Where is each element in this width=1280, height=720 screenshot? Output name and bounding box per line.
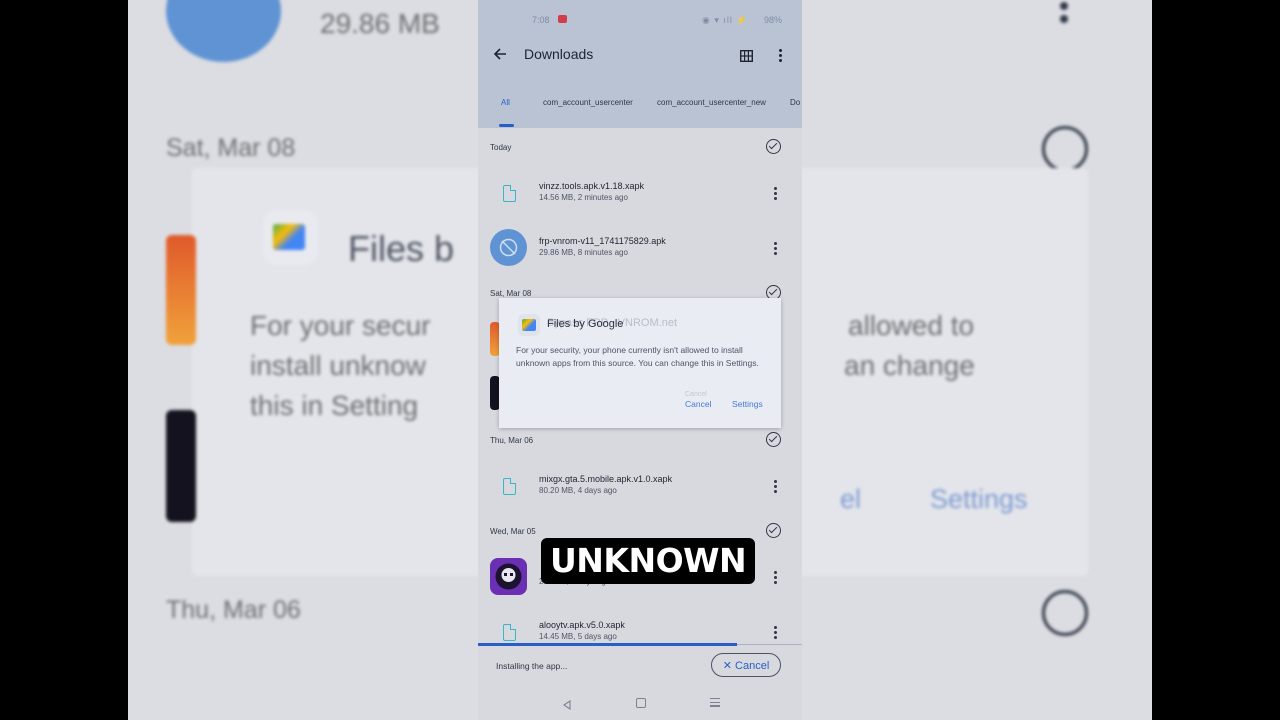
section-sat-label: Sat, Mar 08: [490, 289, 532, 298]
file-meta: 80.20 MB, 4 days ago: [539, 486, 617, 495]
bg-kebab-icon: [1060, 2, 1068, 10]
select-section-check-icon[interactable]: [766, 432, 781, 447]
file-more-icon[interactable]: [774, 187, 778, 201]
bg-app-icon: [166, 0, 281, 62]
status-time: 7:08: [532, 15, 550, 25]
select-section-check-icon[interactable]: [766, 523, 781, 538]
file-name: vinzz.tools.apk.v1.18.xapk: [539, 181, 645, 191]
tab-com-account-usercenter-new[interactable]: com_account_usercenter_new: [657, 98, 766, 107]
tab-com-account-usercenter[interactable]: com_account_usercenter: [543, 98, 633, 107]
nav-recents-icon[interactable]: [710, 698, 720, 707]
file-meta: 14.45 MB, 5 days ago: [539, 632, 617, 641]
dialog-title: Files by Google: [547, 318, 624, 330]
bg-cancel-text: el: [840, 484, 862, 514]
category-tabs: All com_account_usercenter com_account_u…: [478, 98, 802, 128]
bg-app-icon-orange: [166, 235, 196, 345]
install-progress-bar: [478, 643, 738, 646]
tab-all[interactable]: All: [501, 98, 510, 107]
install-status-text: Installing the app...: [496, 661, 568, 671]
bg-body-line-3: this in Setting: [250, 390, 419, 421]
dialog-settings-button[interactable]: Settings: [732, 399, 763, 409]
file-row[interactable]: frp-vnrom-v11_1741175829.apk 29.86 MB, 8…: [478, 225, 802, 271]
bg-dialog-title: Files b: [348, 228, 455, 269]
nav-back-icon[interactable]: [562, 697, 572, 715]
bg-body-line-2: install unknow: [250, 350, 426, 381]
section-thu-label: Thu, Mar 06: [490, 436, 534, 445]
page-title: Downloads: [524, 46, 594, 62]
file-name: alooytv.apk.v5.0.xapk: [539, 620, 625, 630]
video-caption: UNKNOWN: [541, 538, 756, 584]
vnrom-app-icon: [490, 229, 527, 266]
bg-body-line-2-right: an change: [844, 350, 975, 381]
progress-track: [737, 644, 802, 645]
back-arrow-icon[interactable]: [492, 46, 508, 62]
nav-home-icon[interactable]: [636, 698, 646, 708]
bg-size-text: 29.86 MB: [320, 8, 440, 39]
phone-screen: 7:08 ◉ ▾ ıll ⚡ 98% Downloads All com_acc…: [478, 0, 802, 720]
file-icon: [503, 624, 516, 641]
file-more-icon[interactable]: [774, 571, 778, 585]
select-all-check-icon[interactable]: [766, 139, 781, 154]
file-icon: [503, 185, 516, 202]
section-wed-label: Wed, Mar 05: [490, 527, 536, 536]
bg-body-line-1-right: allowed to: [848, 310, 975, 341]
game-app-icon: [490, 558, 527, 595]
record-indicator-icon: [558, 15, 567, 23]
bg-check-icon: [1042, 126, 1088, 172]
bg-settings-text: Settings: [930, 484, 1028, 514]
status-icons: ◉ ▾ ıll ⚡: [702, 15, 749, 25]
tab-indicator: [499, 124, 514, 127]
file-row[interactable]: mixgx.gta.5.mobile.apk.v1.0.xapk 80.20 M…: [478, 463, 802, 509]
battery-text: 98%: [764, 15, 783, 25]
bg-files-logo: [263, 210, 318, 265]
file-meta: 14.56 MB, 2 minutes ago: [539, 193, 628, 202]
tab-do[interactable]: Do: [790, 98, 800, 107]
file-name: mixgx.gta.5.mobile.apk.v1.0.xapk: [539, 474, 673, 484]
more-options-icon[interactable]: [779, 49, 783, 62]
dialog-cancel-button[interactable]: Cancel: [685, 399, 711, 409]
section-today-label: Today: [490, 143, 512, 152]
file-more-icon[interactable]: [774, 480, 778, 494]
bg-app-icon-dark: [166, 410, 196, 522]
bg-date-sat: Sat, Mar 08: [166, 134, 296, 162]
bg-kebab-icon-2: [1060, 15, 1068, 23]
bg-date-thu: Thu, Mar 06: [166, 596, 301, 624]
file-row[interactable]: vinzz.tools.apk.v1.18.xapk 14.56 MB, 2 m…: [478, 170, 802, 216]
file-icon: [503, 478, 516, 495]
bg-body-line-1: For your secur: [250, 310, 431, 341]
system-nav-bar: [478, 690, 802, 720]
file-more-icon[interactable]: [774, 626, 778, 640]
dialog-body: For your security, your phone currently …: [516, 345, 759, 368]
close-icon: ✕: [722, 659, 732, 672]
status-bar: 7:08 ◉ ▾ ıll ⚡ 98%: [478, 0, 802, 38]
install-cancel-button[interactable]: ✕ Cancel: [711, 653, 781, 677]
grid-view-icon[interactable]: [739, 49, 754, 63]
bg-check-icon-2: [1042, 590, 1088, 636]
install-blocked-dialog: Bypass FRP - VNROM.net Files by Google F…: [499, 298, 781, 428]
file-more-icon[interactable]: [774, 242, 778, 256]
files-by-google-logo: [518, 314, 540, 336]
dialog-ghost-cancel: Cancel: [685, 391, 707, 398]
file-meta: 29.86 MB, 8 minutes ago: [539, 248, 628, 257]
file-name: frp-vnrom-v11_1741175829.apk: [539, 236, 666, 246]
install-cancel-label: Cancel: [735, 659, 770, 672]
